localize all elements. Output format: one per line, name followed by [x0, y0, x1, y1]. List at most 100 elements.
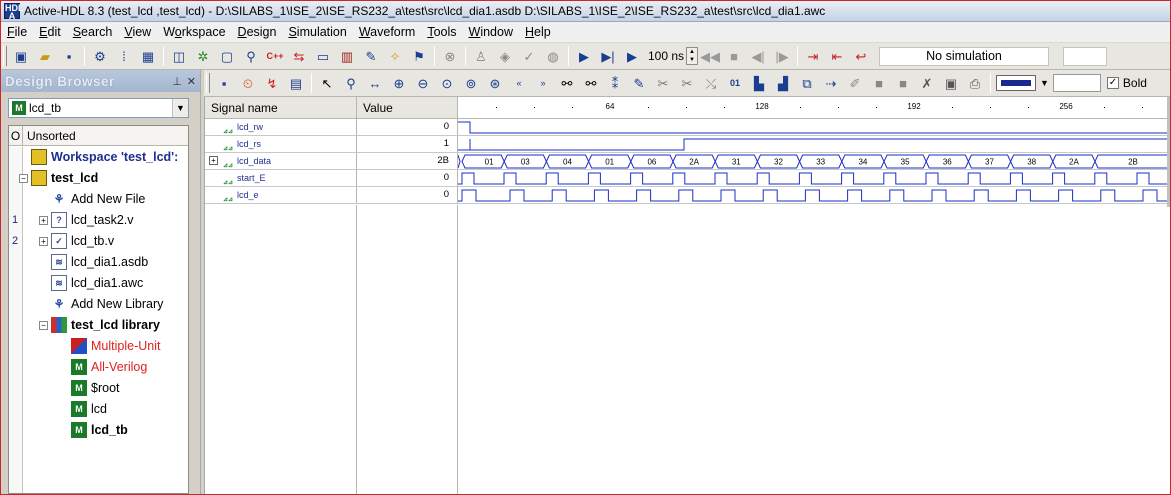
help-search-icon[interactable]: ⚑ [409, 46, 429, 66]
save-waveform-icon[interactable]: ▪ [214, 73, 234, 93]
new-waveform-icon[interactable]: ◫ [169, 46, 189, 66]
zoom-out-icon[interactable]: ⊖ [413, 73, 433, 93]
tree-item[interactable]: 1 +? lcd_task2.v [9, 210, 188, 230]
waveform-canvas[interactable]: 01 03 04 01 06 2A 31 32 33 34 35 36 37 38 2A 2B [458, 119, 1171, 205]
tree-item[interactable]: Workspace 'test_lcd': [9, 147, 188, 167]
bookmark-icon[interactable]: ⁑ [605, 73, 625, 93]
zoom-in-icon[interactable]: ⊕ [389, 73, 409, 93]
tree-item[interactable]: − test_lcd [9, 168, 188, 188]
zoom-range-icon[interactable]: ⊚ [461, 73, 481, 93]
expand-icon[interactable]: + [39, 215, 48, 225]
code-generator-icon[interactable]: ⇆ [289, 46, 309, 66]
run-time-value[interactable]: 100 ns [646, 49, 686, 63]
tree-item[interactable]: ≋ lcd_dia1.awc [9, 273, 188, 293]
gray-square-2-icon[interactable]: ■ [893, 73, 913, 93]
gray-square-icon[interactable]: ■ [869, 73, 889, 93]
toolbar-grip[interactable] [206, 73, 210, 93]
trace-back-icon[interactable]: ◀| [748, 46, 768, 66]
signal-name[interactable]: ⊿⊿ lcd_e [205, 187, 357, 203]
close-icon[interactable]: ✕ [187, 75, 196, 88]
tree-item[interactable]: 2 + ✓ lcd_tb.v [9, 231, 188, 251]
step-out-icon[interactable]: ↩ [851, 46, 871, 66]
step-back-icon[interactable]: ◀◀ [700, 46, 720, 66]
properties-icon[interactable]: ▣ [941, 73, 961, 93]
tools-icon[interactable]: ✎ [361, 46, 381, 66]
tree-item[interactable]: Mlcd_tb [9, 420, 188, 440]
signal-name[interactable]: ⊿⊿ start_E [205, 170, 357, 186]
break-icon[interactable]: ■ [724, 46, 744, 66]
export-icon[interactable]: ⇢ [821, 73, 841, 93]
save-icon[interactable]: ▪ [59, 46, 79, 66]
run-for-icon[interactable]: ▶ [622, 46, 642, 66]
chevron-down-icon[interactable]: ▼ [172, 99, 188, 117]
signal-name[interactable]: + ⊿⊿ lcd_data [205, 153, 357, 169]
value-column-header[interactable]: Value [357, 97, 458, 118]
block-diagram-icon[interactable]: ▢ [217, 46, 237, 66]
compile-icon[interactable]: ⁞ [114, 46, 134, 66]
restart-sim-icon[interactable]: ◍ [543, 46, 563, 66]
menu-search[interactable]: Search [67, 22, 119, 43]
select-pointer-icon[interactable]: ↖ [317, 73, 337, 93]
color-dropdown-icon[interactable]: ▼ [1040, 78, 1049, 88]
menu-waveform[interactable]: Waveform [353, 22, 422, 43]
tree-item[interactable]: ⚘ Add New File [9, 189, 188, 209]
color-picker[interactable] [996, 75, 1036, 91]
find-icon[interactable]: ⚲ [241, 46, 261, 66]
compile-all-icon[interactable]: ▦ [138, 46, 158, 66]
design-selector[interactable]: M lcd_tb ▼ [8, 98, 189, 118]
run-time-spinner[interactable]: ▲ ▼ [686, 47, 698, 65]
order-column-header[interactable]: O [9, 126, 23, 145]
print-icon[interactable]: ⎙ [965, 73, 985, 93]
menu-view[interactable]: View [118, 22, 157, 43]
signal-icon[interactable]: ↯ [262, 73, 282, 93]
cut-icon[interactable]: ✂ [653, 73, 673, 93]
measure-icon[interactable]: ↔ [365, 73, 385, 93]
end-sim-icon[interactable]: ◈ [495, 46, 515, 66]
toolbar-grip[interactable] [3, 46, 7, 66]
spin-down-icon[interactable]: ▼ [687, 56, 697, 64]
tools-cross-icon[interactable]: ✗ [917, 73, 937, 93]
run-icon[interactable]: ▶ [574, 46, 594, 66]
init-sim-icon[interactable]: ♙ [471, 46, 491, 66]
signal-name[interactable]: ⊿⊿ lcd_rw [205, 119, 357, 135]
state-diagram-icon[interactable]: ✲ [193, 46, 213, 66]
expand-icon[interactable]: + [39, 236, 48, 246]
collapse-icon[interactable]: − [19, 173, 28, 183]
compare-icon[interactable]: ⧉ [797, 73, 817, 93]
tree-item[interactable]: Multiple-Unit [9, 336, 188, 356]
menu-design[interactable]: Design [232, 22, 283, 43]
menu-window[interactable]: Window [463, 22, 519, 43]
run-until-icon[interactable]: ▶| [598, 46, 618, 66]
vertical-scrollbar[interactable] [1167, 97, 1170, 207]
sort-column-header[interactable]: Unsorted [23, 126, 76, 145]
hierarchy-icon[interactable]: ▙ [749, 73, 769, 93]
menu-file[interactable]: File [1, 22, 33, 43]
edit-pen-icon[interactable]: ✎ [629, 73, 649, 93]
run-time-field[interactable]: 100 ns ▲ ▼ [646, 47, 698, 65]
clock-icon[interactable]: ✂ [677, 73, 697, 93]
new-file-icon[interactable]: ▣ [11, 46, 31, 66]
menu-help[interactable]: Help [519, 22, 557, 43]
open-folder-icon[interactable]: ▰ [35, 46, 55, 66]
scroll-right-icon[interactable]: » [533, 73, 553, 93]
cpp-debug-icon[interactable]: C++ [265, 46, 285, 66]
formula-icon[interactable]: 01 [725, 73, 745, 93]
check-icon[interactable]: ✓ [519, 46, 539, 66]
signal-name[interactable]: ⊿⊿ lcd_rs [205, 136, 357, 152]
scroll-left-icon[interactable]: « [509, 73, 529, 93]
tree-icon[interactable]: ▟ [773, 73, 793, 93]
tree-item[interactable]: M All-Verilog [9, 357, 188, 377]
zoom-icon[interactable]: ⚲ [341, 73, 361, 93]
design-flow-icon[interactable]: ⚙ [90, 46, 110, 66]
zoom-prev-icon[interactable]: ⊛ [485, 73, 505, 93]
expand-bus-icon[interactable]: + [209, 156, 218, 165]
tree-item[interactable]: − test_lcd library [9, 315, 188, 335]
spin-up-icon[interactable]: ▲ [687, 48, 697, 56]
pin-icon[interactable]: ⊥ [172, 75, 182, 88]
menu-tools[interactable]: Tools [421, 22, 462, 43]
collapse-icon[interactable]: − [39, 320, 48, 330]
find-prev-icon[interactable]: ⚯ [557, 73, 577, 93]
zoom-fit-icon[interactable]: ⊙ [437, 73, 457, 93]
add-signal-icon[interactable]: ▤ [286, 73, 306, 93]
bold-checkbox[interactable]: ✓ [1106, 77, 1119, 89]
